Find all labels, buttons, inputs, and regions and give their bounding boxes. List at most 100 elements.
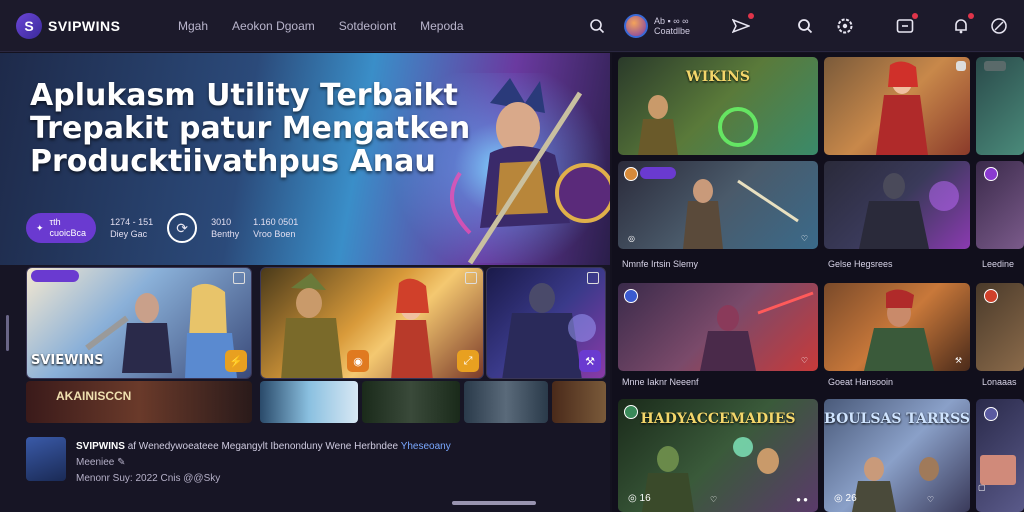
expand-icon[interactable]: ▢: [978, 483, 986, 492]
stat-rating: 3010 Benthy: [211, 216, 239, 240]
thumbnail-5[interactable]: [552, 381, 606, 423]
thumbnail-2[interactable]: [260, 381, 358, 423]
tile-4-art: [683, 179, 799, 249]
hero-title-line-2: Trepakit patur Mengatken: [30, 111, 471, 146]
user-line-1: Ab ▪ ∞ ∞: [654, 16, 689, 26]
tile-10-count: ◎ 16: [628, 493, 651, 504]
app-description: SVIPWINS af Wenedywoeateee Megangylt Ibe…: [76, 441, 451, 452]
tile-5-caption: Gelse Hegsrees: [828, 259, 893, 269]
tile-11-count-value: 26: [845, 493, 857, 504]
stat-users-value: 1.160 0501: [253, 217, 299, 227]
notification-dot: [912, 13, 918, 19]
expand-icon[interactable]: [956, 61, 966, 71]
tool-icon[interactable]: ⚒: [579, 350, 601, 372]
stat-rating-value: 3010: [211, 217, 232, 227]
app-info-footer: SVIPWINS af Wenedywoeateee Megangylt Ibe…: [26, 435, 606, 495]
info-icon[interactable]: ◎: [628, 234, 635, 243]
creator-avatar[interactable]: [984, 289, 998, 303]
inbox-icon[interactable]: [894, 13, 918, 37]
user-avatar: [624, 14, 648, 38]
gallery-tile-9[interactable]: [976, 283, 1024, 371]
gallery-tile-4[interactable]: ◎ ♡: [618, 161, 818, 249]
card-1-label: SVIEWINS: [31, 353, 104, 368]
hero-title-line-1: Aplukasm Utility Terbaikt: [30, 78, 458, 113]
left-content-panel: Aplukasm Utility Terbaikt Trepakit patur…: [0, 53, 610, 512]
bell-icon[interactable]: [950, 13, 974, 37]
gallery-tile-10[interactable]: HADYACCEMADIES ◎ 16 ♡ ● ●: [618, 399, 818, 512]
app-date: Menonr Suy: 2022 Cnis @@Sky: [76, 473, 221, 484]
sidebar-grip-handle[interactable]: [6, 315, 9, 351]
nav-item-1[interactable]: Mgah: [178, 19, 208, 33]
nav-item-3[interactable]: Sotdeoiont: [339, 19, 396, 33]
hero-title: Aplukasm Utility Terbaikt Trepakit patur…: [30, 79, 500, 178]
tile-8-art: [864, 289, 934, 371]
featured-card-3[interactable]: ⚒: [486, 267, 606, 379]
gallery-tile-6[interactable]: [976, 161, 1024, 249]
logo-text: SVIPWINS: [48, 17, 121, 34]
gallery-tile-8[interactable]: ⚒: [824, 283, 970, 371]
chat-icon[interactable]: ◉: [347, 350, 369, 372]
pill-line-1: τth: [49, 217, 61, 227]
thumbnail-strip: AKAINISCCN: [26, 381, 606, 423]
like-icon[interactable]: ♡: [710, 495, 717, 504]
stat-downloads-label: Diey Gac: [110, 229, 148, 239]
gallery-tile-12[interactable]: ▢: [976, 399, 1024, 512]
gallery-tile-11[interactable]: BOULSAS TARRSS ◎ 26 ♡: [824, 399, 970, 512]
like-icon[interactable]: ♡: [927, 495, 934, 504]
app-meta: Meeniee ✎: [76, 457, 126, 468]
featured-card-2[interactable]: ◉ ⤢: [260, 267, 484, 379]
user-info: Ab ▪ ∞ ∞ Coatdlbe: [654, 16, 690, 36]
stat-users: 1.160 0501 Vroo Boen: [253, 216, 298, 240]
nav-item-2[interactable]: Aeokon Dgoam: [232, 19, 315, 33]
gallery-tile-5[interactable]: [824, 161, 970, 249]
app-icon[interactable]: [26, 437, 66, 481]
gear-icon[interactable]: [834, 15, 856, 37]
gallery-tile-2[interactable]: [824, 57, 970, 155]
featured-card-1[interactable]: SVIEWINS ⚡: [26, 267, 252, 379]
user-line-2: Coatdlbe: [654, 26, 691, 36]
card-2-characters: [281, 273, 433, 378]
app-brand: SVIPWINS: [76, 441, 125, 452]
gallery-tile-1[interactable]: WIKINS: [618, 57, 818, 155]
compass-icon[interactable]: [988, 15, 1010, 37]
tool-icon[interactable]: ⚒: [955, 356, 962, 365]
progress-circle-icon: ⟳: [167, 213, 198, 243]
tile-tag: [984, 61, 1006, 71]
tile-5-art: [859, 173, 959, 249]
scroll-handle[interactable]: [452, 501, 536, 505]
user-menu[interactable]: Ab ▪ ∞ ∞ Coatdlbe: [624, 14, 690, 38]
send-icon[interactable]: [730, 13, 754, 37]
main-nav: Mgah Aeokon Dgoam Sotdeoiont Mepoda: [178, 19, 464, 33]
featured-cards: SVIEWINS ⚡ ◉ ⤢ ⚒: [26, 267, 606, 379]
preview-thumbnail[interactable]: [980, 455, 1016, 485]
nav-item-4[interactable]: Mepoda: [420, 19, 463, 33]
thumbnail-4[interactable]: [464, 381, 548, 423]
thumbnail-1-label: AKAINISCCN: [56, 389, 132, 403]
hero-stats: ✦ τth cuoicBca 1274 - 151 Diey Gac ⟳ 301…: [26, 213, 298, 243]
right-gallery-panel: WIKINS ◎ ♡ Nmnfe Irtsin Slemy Gelse Hegs…: [612, 53, 1024, 512]
hero-title-line-3: Producktiivathpus Anau: [30, 144, 436, 179]
like-icon[interactable]: ♡: [801, 356, 808, 365]
tile-7-art: [700, 291, 814, 371]
trophy-icon: ✦: [36, 222, 44, 233]
category-pill[interactable]: ✦ τth cuoicBca: [26, 213, 97, 243]
search-icon-2[interactable]: [794, 15, 816, 37]
creator-avatar[interactable]: [984, 407, 998, 421]
thumbnail-1[interactable]: AKAINISCCN: [26, 381, 252, 423]
tile-11-count: ◎ 26: [834, 493, 857, 504]
share-icon[interactable]: ⤢: [457, 350, 479, 372]
more-icon[interactable]: ● ●: [796, 495, 808, 504]
stat-downloads-value: 1274 - 151: [110, 217, 154, 227]
brand-logo[interactable]: S SVIPWINS: [16, 12, 146, 39]
thumbnail-3[interactable]: [362, 381, 460, 423]
gallery-tile-3[interactable]: [976, 57, 1024, 155]
lightning-icon[interactable]: ⚡: [225, 350, 247, 372]
gallery-tile-7[interactable]: ♡: [618, 283, 818, 371]
search-icon[interactable]: [586, 15, 608, 37]
like-icon[interactable]: ♡: [801, 234, 808, 243]
creator-avatar[interactable]: [984, 167, 998, 181]
app-link[interactable]: Yheseoany: [401, 441, 451, 452]
stat-users-label: Vroo Boen: [253, 229, 296, 239]
tile-1-art: [638, 95, 758, 155]
hero-banner[interactable]: Aplukasm Utility Terbaikt Trepakit patur…: [0, 53, 610, 265]
